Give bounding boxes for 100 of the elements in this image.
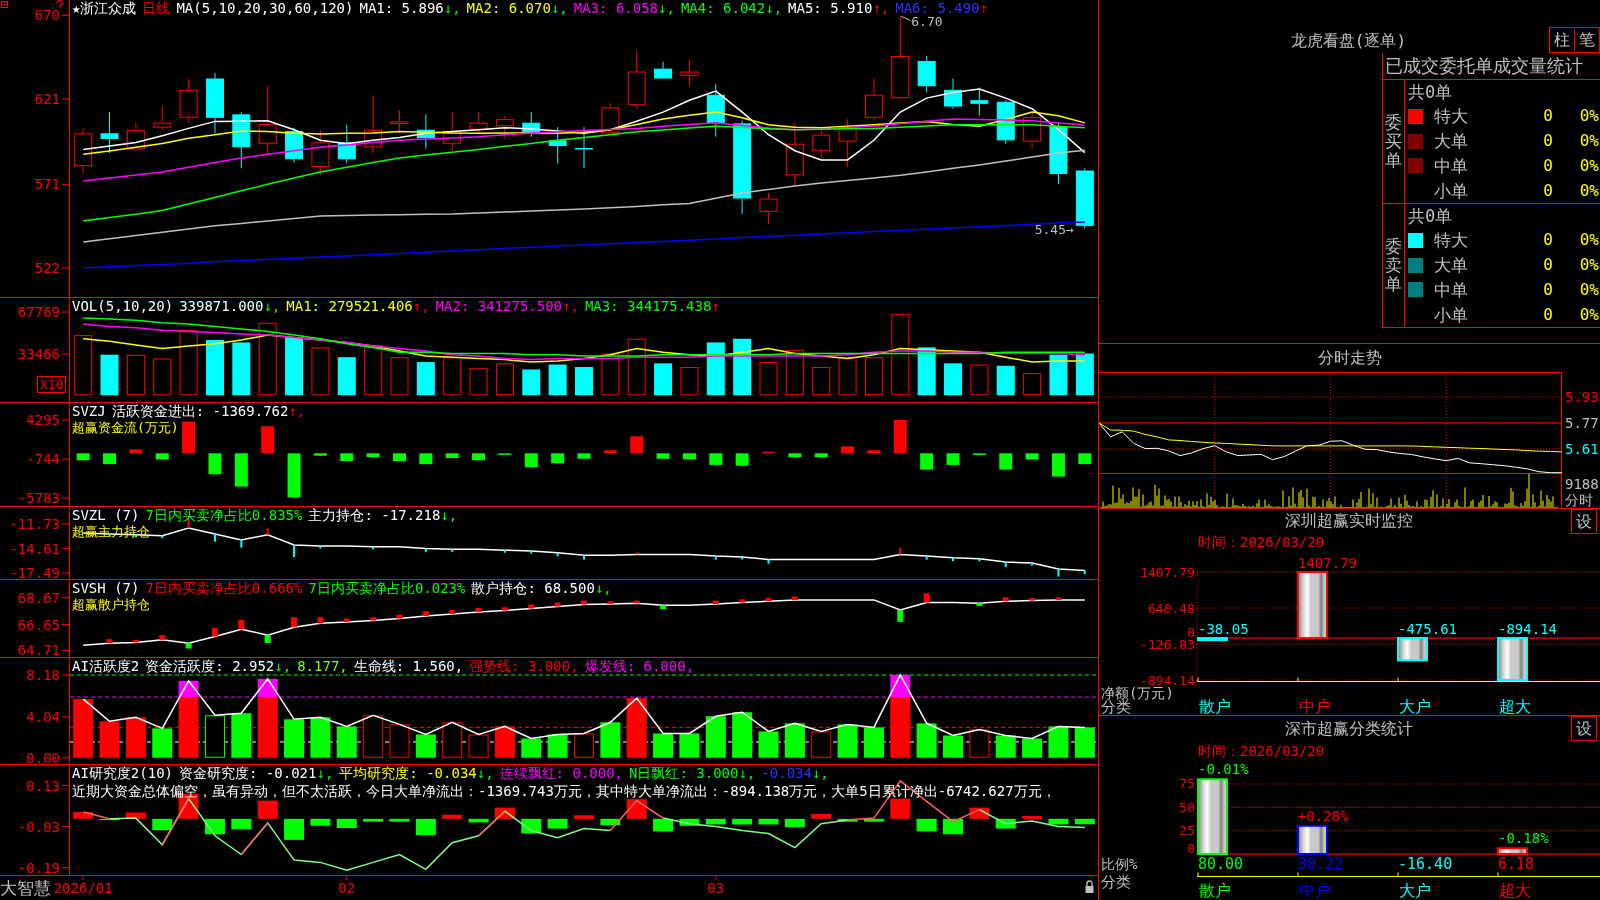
category-label: 中户 (1299, 697, 1331, 715)
trend-arrow: ↓, (765, 1, 783, 16)
legend-text: 爆发线: 6.000, (584, 659, 695, 674)
value-label: 80.00 (1198, 855, 1244, 873)
trend-arrow: ↓, (274, 659, 292, 674)
value-label: 1407.79 (1298, 555, 1357, 571)
trend-arrow: ↑, (412, 299, 430, 314)
order-count: 0 (1543, 131, 1553, 152)
order-count: 0 (1543, 279, 1553, 300)
legend-text: MA2: 6.070 (466, 1, 551, 16)
legend-text: MA1: 5.896 (359, 1, 444, 16)
legend-text: 主力持仓: -17.218 (308, 508, 441, 523)
order-share: 0% (1579, 279, 1599, 300)
order-count: 0 (1543, 180, 1553, 201)
trend-arrow: ↑, (288, 404, 306, 419)
order-count: 0 (1543, 106, 1553, 127)
trend-arrow: ↓, (550, 1, 568, 16)
legend-text: 339871.000 (179, 299, 264, 314)
category-label: 散户 (1199, 697, 1231, 715)
axis-label: 571 (34, 176, 60, 193)
change-label: +0.28% (1298, 807, 1349, 824)
order-size-label: 小单 (1434, 304, 1468, 325)
axis-label: 64.71 (17, 642, 60, 657)
time-label: 时间：2026/03/20 (1198, 533, 1325, 550)
legend-text: 活跃资金进出: -1369.762 (111, 404, 289, 419)
change-label: -0.18% (1498, 830, 1549, 847)
legend-text: 日线 (142, 1, 171, 16)
legend-text: 强势线: 3.000, (469, 659, 579, 674)
legend-text: 散户持仓: 68.500 (471, 581, 595, 596)
trend-arrow: ↓, (738, 766, 756, 781)
trend-arrow: ↑ (979, 1, 988, 16)
legend-text: 7日内买卖净占比0.835% (145, 508, 303, 523)
trend-arrow: ↑, (562, 299, 579, 314)
category-label: 中户 (1299, 881, 1331, 900)
trend-arrow: ↓, (811, 766, 829, 781)
order-size-label: 特大 (1434, 230, 1468, 251)
legend-text: MA3: 344175.438 (584, 299, 712, 314)
axis-label: -894.14 (1140, 672, 1195, 688)
legend-text: 资金研究度: -0.021 (179, 766, 317, 781)
order-total: 共0单 (1408, 82, 1453, 102)
legend-text: 资金活跃度: 2.952 (145, 659, 275, 674)
axis-label: 5.77 (1565, 415, 1599, 431)
legend-text: MA4: 6.042 (680, 1, 766, 16)
axis-label: 4.04 (26, 708, 60, 725)
change-label: -0.01% (1198, 761, 1249, 778)
legend-text: 生命线: 1.560, (353, 659, 464, 674)
trend-arrow: ↓, (440, 508, 458, 523)
time-label: 时间：2026/03/20 (1198, 742, 1325, 759)
trend-arrow: ↑, (872, 1, 890, 16)
brand-logo-text: 大智慧 (0, 877, 51, 898)
order-share: 0% (1579, 230, 1599, 251)
indicator-subtitle: 超赢资金流(万元) (72, 420, 179, 435)
price-label: 6.70 (911, 14, 943, 30)
indicator-subtitle: 超赢散户持仓 (72, 597, 150, 612)
value-label: 6.18 (1498, 855, 1535, 873)
panel-title: 分时走势 (1317, 349, 1382, 367)
legend-text: MA1: 279521.406 (286, 299, 413, 314)
order-count: 0 (1543, 230, 1553, 251)
order-size-label: 中单 (1434, 155, 1468, 176)
value-label: 30.22 (1298, 855, 1344, 873)
axis-label: -17.49 (9, 565, 60, 579)
trend-arrow: ↑ (711, 299, 720, 314)
axis-label: 670 (34, 7, 60, 24)
value-label: -38.05 (1198, 621, 1249, 638)
axis-label: 640.48 (1148, 600, 1195, 616)
axis-label: 66.65 (17, 616, 60, 633)
price-label: 5.45→ (1034, 221, 1074, 237)
axis-label: 67769 (17, 304, 60, 321)
value-label: -475.61 (1398, 621, 1457, 638)
volume-max-label: 9188 (1565, 476, 1599, 492)
trend-arrow: ↓, (594, 581, 612, 596)
legend-text: -0.034 (761, 766, 812, 781)
value-label: -16.40 (1398, 855, 1453, 873)
axis-label: 1407.79 (1140, 564, 1195, 580)
axis-label: 0.13 (26, 777, 60, 794)
order-share: 0% (1579, 180, 1599, 201)
group-label: 委买单 (1385, 113, 1402, 170)
period-label: 分时 (1565, 492, 1593, 508)
legend-text: 7日内买卖净占比0.023% (308, 581, 466, 596)
trend-arrow: ↓, (316, 766, 334, 781)
axis-label: -14.61 (9, 540, 60, 557)
table-title: 已成交委托单成交量统计 (1385, 55, 1583, 77)
legend-text: 连续飘红: 0.000, (499, 766, 624, 781)
trend-arrow: ↓, (263, 299, 281, 314)
legend-text: SVSH (7) (72, 581, 140, 596)
trend-arrow: ↓, (658, 1, 675, 16)
axis-label: 522 (34, 260, 60, 276)
axis-label: 5.93 (1565, 389, 1599, 405)
category-label: 超大 (1499, 697, 1531, 715)
panel-title: 深市超赢分类统计 (1285, 720, 1413, 738)
legend-text: 平均研究度: -0.034 (339, 766, 477, 781)
legend-text: 8.177, (297, 659, 348, 674)
axis-label: -0.19 (17, 859, 60, 875)
category-label: 大户 (1399, 881, 1431, 900)
legend-text: MA3: 6.058 (573, 1, 659, 16)
legend-text: MA(5,10,20,30,60,120) (176, 1, 354, 16)
axis-label: 25 (1179, 823, 1195, 839)
order-count: 0 (1543, 155, 1553, 176)
trend-arrow: ↓, (476, 766, 494, 781)
axis-label: 75 (1179, 776, 1195, 792)
